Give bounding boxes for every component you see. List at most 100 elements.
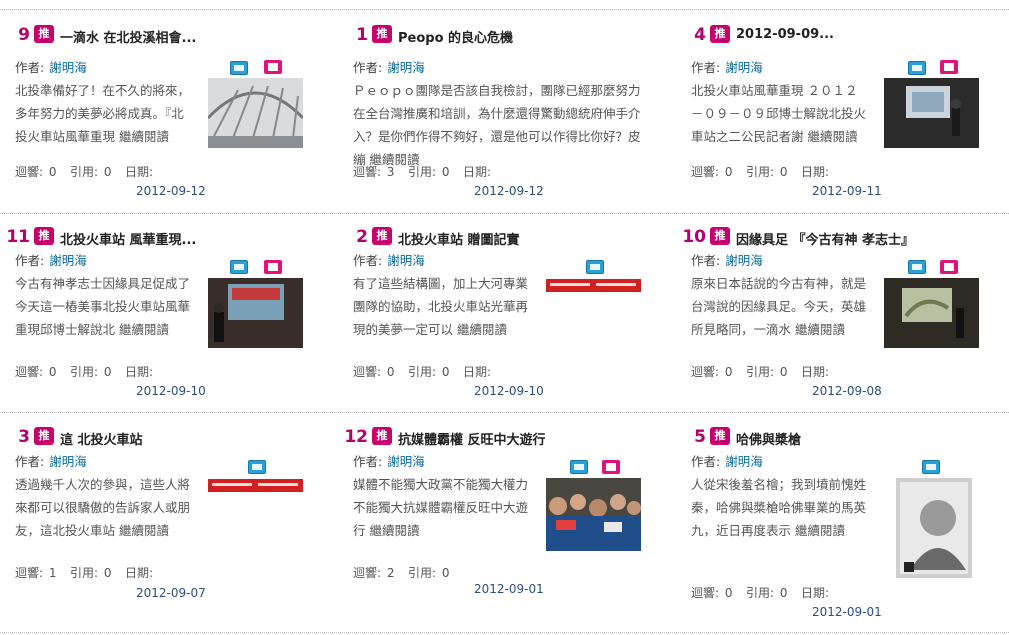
video-icon (264, 260, 282, 274)
reply-count: 0 (724, 586, 733, 600)
thumbnail-image[interactable] (208, 278, 303, 348)
reply-count: 2 (386, 566, 395, 580)
photo-icon (230, 260, 248, 274)
card-title-row[interactable]: 11 推 北投火車站 風華重現... (0, 226, 300, 252)
recommend-badge: 推 (710, 25, 730, 43)
thumbnail-image[interactable] (208, 78, 303, 148)
author-line: 作者: 謝明海 (691, 57, 763, 76)
date-label: 日期: (800, 165, 829, 179)
author-label: 作者: (691, 253, 721, 268)
thumbnail-image[interactable] (896, 478, 972, 578)
card-title-row[interactable]: 1 推 Peopo 的良心危機 (338, 24, 638, 50)
recommend-badge: 推 (372, 25, 392, 43)
divider (0, 9, 1009, 10)
article-card: 12 推 抗媒體霸權 反旺中大遊行 作者: 謝明海 媒體不能獨大政黨不能獨大權力不… (338, 420, 641, 620)
thumbnail-image[interactable] (546, 278, 641, 292)
cite-label: 引用: (407, 566, 437, 580)
stats-line: 迴響: 2 引用: 0 (353, 564, 451, 581)
rank-number: 1 (356, 25, 368, 45)
rank-number: 12 (344, 427, 368, 447)
author-link[interactable]: 謝明海 (387, 253, 425, 268)
author-line: 作者: 謝明海 (353, 250, 425, 269)
article-title-link[interactable]: 因緣具足 『今古有神 孝志士』 (736, 229, 914, 248)
article-title-link[interactable]: 哈佛與槳槍 (736, 429, 801, 448)
reply-count: 3 (386, 165, 395, 179)
photo-icon (922, 460, 940, 474)
article-card: 3 推 這 北投火車站 作者: 謝明海 透過幾千人次的參與，這些人將來都可以很驕傲… (0, 420, 303, 620)
reply-label: 迴響: (353, 165, 382, 179)
author-link[interactable]: 謝明海 (725, 60, 763, 75)
cite-label: 引用: (745, 586, 775, 600)
thumbnail-image[interactable] (884, 78, 979, 148)
post-date: 2012-09-12 (474, 184, 544, 198)
article-card: 11 推 北投火車站 風華重現... 作者: 謝明海 今古有神孝志士因緣具足促成了… (0, 220, 303, 420)
author-link[interactable]: 謝明海 (49, 454, 87, 469)
thumbnail-image[interactable] (884, 278, 979, 348)
reply-label: 迴響: (15, 165, 44, 179)
cite-label: 引用: (745, 365, 775, 379)
article-grid: 9 推 一滴水 在北投溪相會... 作者: 謝明海 北投準備好了！在不久的將來，多… (0, 0, 1009, 635)
article-title-link[interactable]: 這 北投火車站 (60, 429, 143, 448)
article-summary: 有了這些結構圖，加上大河專業團隊的協助，北投火車站光華再現的美夢一定可以 繼續閱… (353, 276, 529, 337)
reply-count: 0 (48, 165, 57, 179)
photo-icon (248, 460, 266, 474)
stats-line: 迴響: 0 引用: 0 日期: (353, 363, 493, 380)
stats-line: 迴響: 0 引用: 0 日期: (15, 163, 155, 180)
date-label: 日期: (462, 165, 491, 179)
article-title-link[interactable]: 一滴水 在北投溪相會... (60, 27, 196, 46)
rank-number: 9 (18, 25, 30, 45)
author-link[interactable]: 謝明海 (387, 454, 425, 469)
article-title-link[interactable]: 2012-09-09... (736, 27, 834, 42)
rank-number: 2 (356, 227, 368, 247)
author-link[interactable]: 謝明海 (49, 60, 87, 75)
date-label: 日期: (124, 566, 153, 580)
card-title-row[interactable]: 3 推 這 北投火車站 (0, 426, 300, 452)
article-card: 2 推 北投火車站 贈圖記實 作者: 謝明海 有了這些結構圖，加上大河專業團隊的協… (338, 220, 641, 420)
author-link[interactable]: 謝明海 (387, 60, 425, 75)
reply-count: 1 (48, 566, 57, 580)
video-icon (264, 60, 282, 74)
author-link[interactable]: 謝明海 (725, 253, 763, 268)
post-date: 2012-09-10 (136, 384, 206, 398)
cite-label: 引用: (69, 365, 99, 379)
author-line: 作者: 謝明海 (15, 250, 87, 269)
card-title-row[interactable]: 4 推 2012-09-09... (676, 24, 976, 50)
article-title-link[interactable]: Peopo 的良心危機 (398, 27, 513, 46)
thumbnail-image[interactable] (546, 478, 641, 551)
cite-count: 0 (103, 165, 112, 179)
reply-label: 迴響: (15, 566, 44, 580)
date-label: 日期: (800, 365, 829, 379)
article-card: 4 推 2012-09-09... 作者: 謝明海 北投火車站風華重現 ２０１２－… (676, 16, 979, 216)
date-label: 日期: (462, 365, 491, 379)
card-title-row[interactable]: 9 推 一滴水 在北投溪相會... (0, 24, 300, 50)
author-label: 作者: (15, 454, 45, 469)
divider (0, 632, 1009, 633)
post-date: 2012-09-01 (474, 582, 544, 596)
rank-number: 11 (6, 227, 30, 247)
author-line: 作者: 謝明海 (15, 57, 87, 76)
cite-count: 0 (103, 365, 112, 379)
rank-number: 10 (682, 227, 706, 247)
author-link[interactable]: 謝明海 (49, 253, 87, 268)
cite-label: 引用: (407, 165, 437, 179)
card-title-row[interactable]: 5 推 哈佛與槳槍 (676, 426, 976, 452)
date-label: 日期: (800, 586, 829, 600)
author-label: 作者: (15, 60, 45, 75)
post-date: 2012-09-01 (812, 605, 882, 619)
stats-line: 迴響: 1 引用: 0 日期: (15, 564, 155, 581)
thumbnail-image[interactable] (208, 478, 303, 492)
author-label: 作者: (353, 253, 383, 268)
cite-count: 0 (441, 566, 450, 580)
cite-count: 0 (779, 586, 788, 600)
card-title-row[interactable]: 2 推 北投火車站 贈圖記實 (338, 226, 638, 252)
article-card: 5 推 哈佛與槳槍 作者: 謝明海 人從宋後羞名檜；我到墳前愧姓秦，哈佛與槳槍哈佛… (676, 420, 976, 620)
article-title-link[interactable]: 北投火車站 風華重現... (60, 229, 196, 248)
card-title-row[interactable]: 12 推 抗媒體霸權 反旺中大遊行 (338, 426, 638, 452)
article-title-link[interactable]: 北投火車站 贈圖記實 (398, 229, 520, 248)
photo-icon (570, 460, 588, 474)
card-title-row[interactable]: 10 推 因緣具足 『今古有神 孝志士』 (676, 226, 976, 252)
article-title-link[interactable]: 抗媒體霸權 反旺中大遊行 (398, 429, 546, 448)
cite-label: 引用: (69, 165, 99, 179)
author-link[interactable]: 謝明海 (725, 454, 763, 469)
rank-number: 3 (18, 427, 30, 447)
